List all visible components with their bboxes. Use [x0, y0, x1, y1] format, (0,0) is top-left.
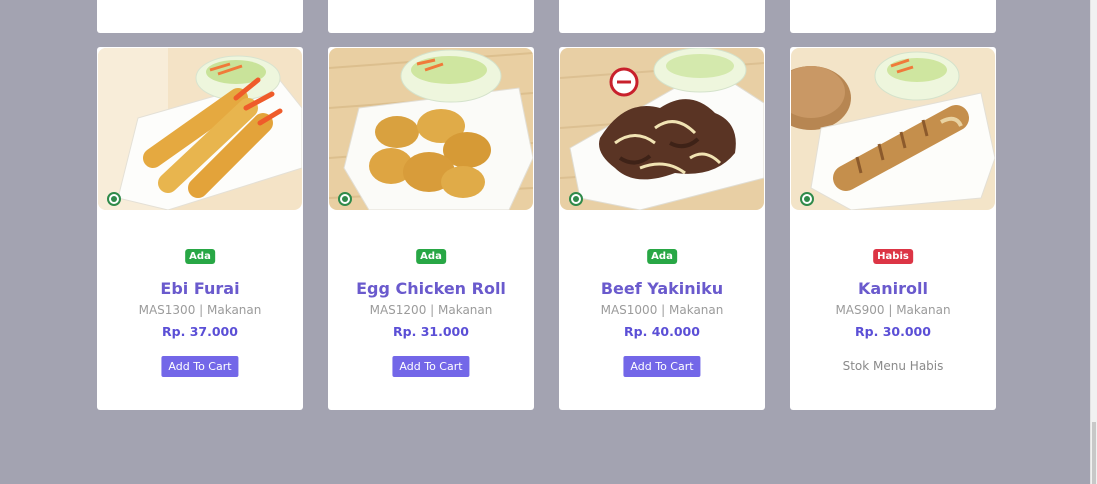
halal-logo-icon [338, 192, 352, 206]
previous-row-card [97, 0, 303, 33]
out-of-stock-label: Stok Menu Habis [842, 359, 944, 373]
status-badge: Ada [416, 249, 446, 264]
add-to-cart-button[interactable]: Add To Cart [161, 356, 239, 377]
fried-shrimp-photo[interactable] [98, 48, 302, 210]
product-code: MAS1200 | Makanan [369, 303, 493, 317]
product-card: Ada Egg Chicken Roll MAS1200 | Makanan R… [328, 47, 534, 410]
egg-chicken-roll-photo[interactable] [329, 48, 533, 210]
previous-row-card [559, 0, 765, 33]
halal-logo-icon [107, 192, 121, 206]
product-name[interactable]: Ebi Furai [97, 279, 303, 298]
previous-row-card [790, 0, 996, 33]
product-code: MAS900 | Makanan [835, 303, 951, 317]
product-code: MAS1300 | Makanan [138, 303, 262, 317]
product-price: Rp. 30.000 [855, 324, 931, 339]
page-scrollbar[interactable] [1090, 0, 1097, 484]
product-name[interactable]: Egg Chicken Roll [328, 279, 534, 298]
product-name[interactable]: Beef Yakiniku [559, 279, 765, 298]
page: { "products": [ {"name": "Ebi Furai", "c… [0, 0, 1097, 484]
previous-row-card [328, 0, 534, 33]
product-price: Rp. 31.000 [393, 324, 469, 339]
halal-logo-icon [800, 192, 814, 206]
add-to-cart-button[interactable]: Add To Cart [623, 356, 701, 377]
status-badge: Ada [647, 249, 677, 264]
product-price: Rp. 40.000 [624, 324, 700, 339]
scrollbar-thumb[interactable] [1092, 422, 1096, 484]
product-code: MAS1000 | Makanan [600, 303, 724, 317]
product-card: Ada Beef Yakiniku MAS1000 | Makanan Rp. … [559, 47, 765, 410]
product-price: Rp. 37.000 [162, 324, 238, 339]
product-card: Habis Kaniroll MAS900 | Makanan Rp. 30.0… [790, 47, 996, 410]
add-to-cart-button[interactable]: Add To Cart [392, 356, 470, 377]
product-name[interactable]: Kaniroll [790, 279, 996, 298]
product-card: Ada Ebi Furai MAS1300 | Makanan Rp. 37.0… [97, 47, 303, 410]
status-badge: Habis [873, 249, 913, 264]
halal-logo-icon [569, 192, 583, 206]
kaniroll-photo[interactable] [791, 48, 995, 210]
beef-yakiniku-photo[interactable] [560, 48, 764, 210]
status-badge: Ada [185, 249, 215, 264]
